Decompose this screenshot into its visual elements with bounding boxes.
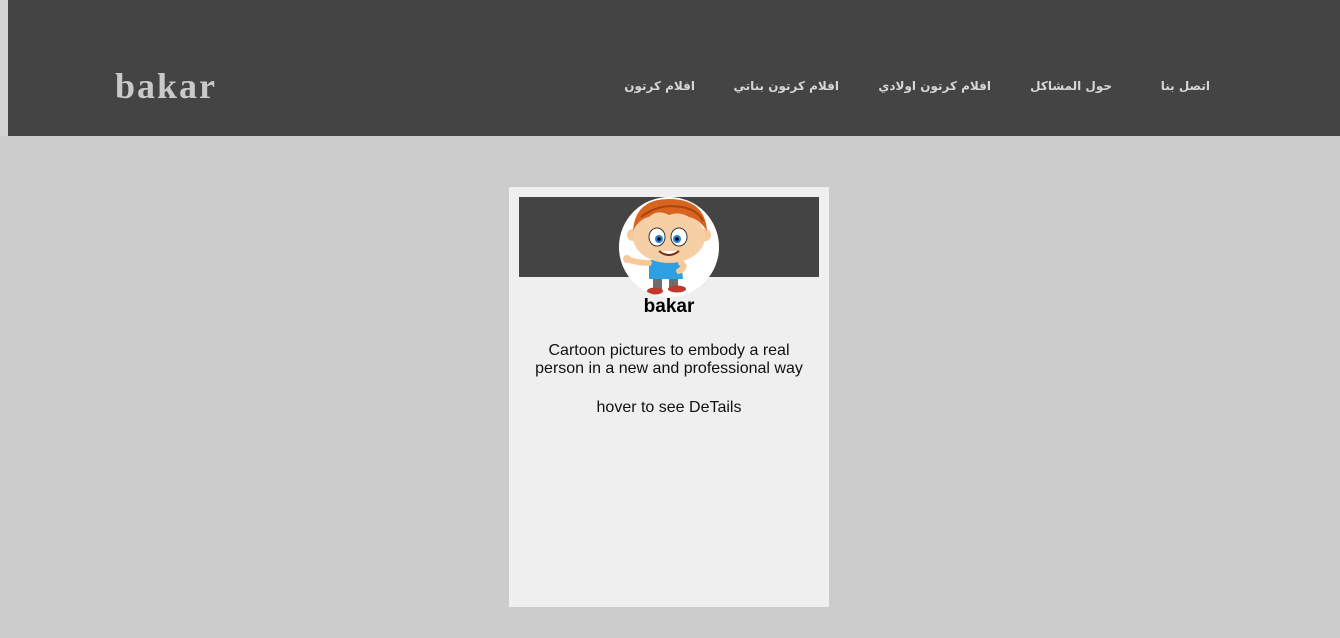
nav-item-boys-cartoons[interactable]: افلام كرتون اولادي [878,77,991,95]
top-navbar: bakar اتصل بنا حول المشاكل افلام كرتون ا… [8,0,1340,136]
nav-item-girls-cartoons[interactable]: افلام كرتون بناتي [733,77,839,95]
site-logo[interactable]: bakar [115,66,217,106]
page-edge [0,0,8,136]
nav-item-contact[interactable]: اتصل بنا [1161,77,1210,95]
card-description: Cartoon pictures to embody a real person… [535,342,803,377]
card-hover-hint: hover to see DeTails [596,399,742,416]
card-name: bakar [643,296,695,317]
cartoon-boy-avatar-icon [619,197,719,297]
profile-card[interactable]: bakar Cartoon pictures to embody a real … [509,187,829,607]
nav-item-about-problems[interactable]: حول المشاكل [1030,77,1112,95]
nav-item-cartoons[interactable]: افلام كرتون [624,77,695,95]
